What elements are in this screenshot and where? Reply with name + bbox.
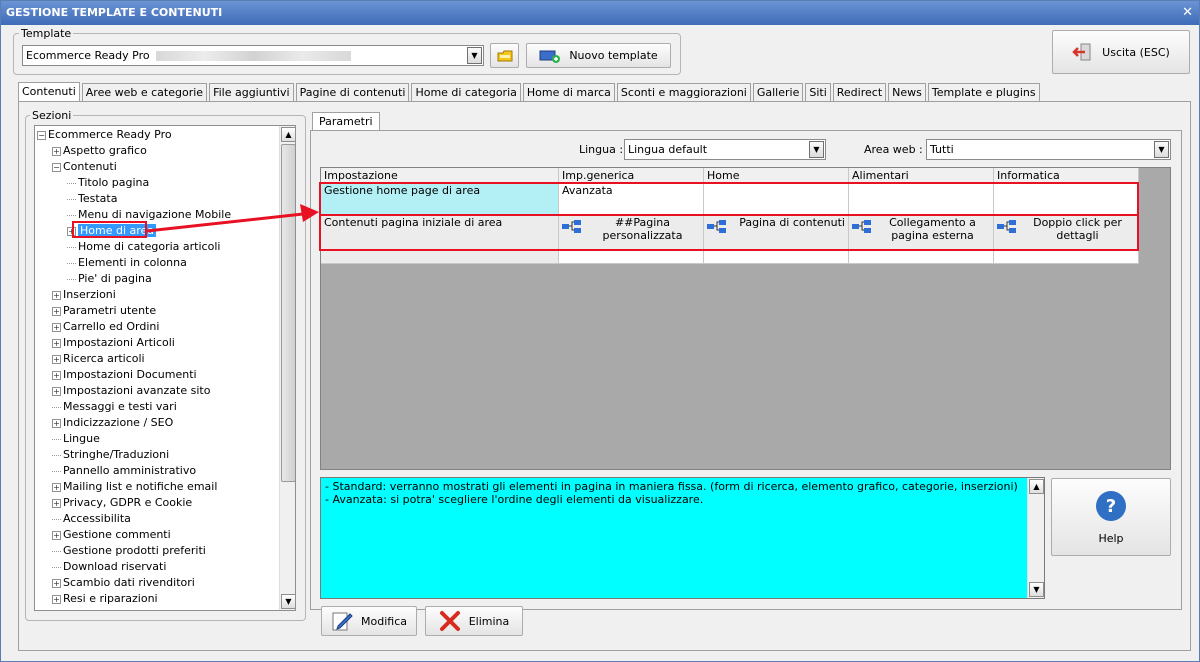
description-scrollbar[interactable]: ▲ ▼ xyxy=(1027,478,1044,598)
modify-button[interactable]: Modifica xyxy=(321,606,417,636)
scroll-down-icon[interactable]: ▼ xyxy=(1029,582,1044,597)
delete-x-icon xyxy=(439,611,460,631)
description-box[interactable]: - Standard: verranno mostrati gli elemen… xyxy=(320,477,1045,599)
help-icon: ? xyxy=(1096,490,1126,521)
delete-label: Elimina xyxy=(468,614,510,628)
help-label: Help xyxy=(1098,531,1124,545)
window: GESTIONE TEMPLATE E CONTENUTI ✕ Template… xyxy=(0,0,1200,662)
help-button[interactable]: ? Help xyxy=(1051,478,1171,556)
scroll-up-icon[interactable]: ▲ xyxy=(1029,479,1044,494)
description-line: - Avanzata: si potra' scegliere l'ordine… xyxy=(325,493,704,506)
svg-text:?: ? xyxy=(1106,496,1116,517)
edit-icon xyxy=(332,612,353,631)
modify-label: Modifica xyxy=(361,614,407,628)
delete-button[interactable]: Elimina xyxy=(425,606,523,636)
description-line: - Standard: verranno mostrati gli elemen… xyxy=(325,480,1018,493)
